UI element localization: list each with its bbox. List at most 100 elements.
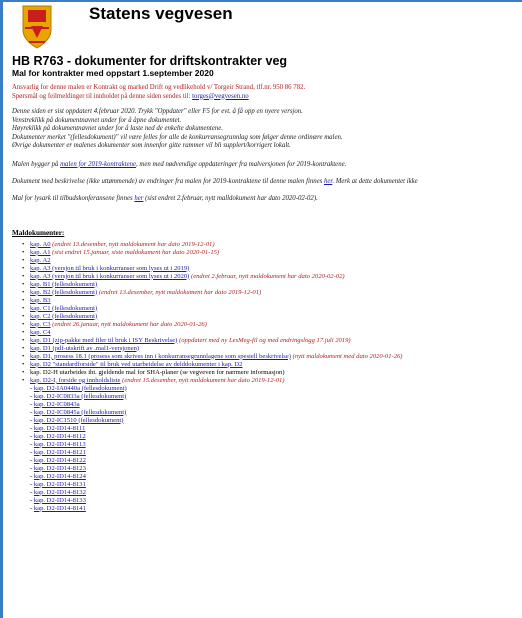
subdocument-link[interactable]: kap. D2-IC1510 (fellesdokument) (34, 417, 124, 424)
brand-name: Statens vegvesen (89, 4, 233, 23)
subdocument-list-item: - kap. D2-ID14-8112 (30, 433, 522, 441)
document-list-item: • kap. A1 (sist endret 15.januar, siste m… (22, 249, 522, 257)
document-link[interactable]: kap. B2 (fellesdokument) (30, 289, 97, 296)
bullet-icon: • (22, 344, 25, 352)
subdocument-list-item: - kap. D2-ID14-8122 (30, 457, 522, 465)
subdocument-link[interactable]: kap. D2-IA0440a (fellesdokument) (34, 385, 127, 392)
maldokumenter-heading: Maldokumenter: (12, 228, 65, 237)
subdocument-list-item: - kap. D2-ID14-8124 (30, 473, 522, 481)
bullet-icon: • (22, 376, 25, 384)
document-link[interactable]: kap. C1 (fellesdokument) (30, 305, 97, 312)
document-link[interactable]: kap. D1 (zip-pakke med filer til bruk i … (30, 337, 177, 344)
subdocument-link[interactable]: kap. D2-ID14-8124 (34, 473, 86, 480)
bullet-icon: • (22, 272, 25, 280)
subdocument-list-item: - kap. D2-ID14-8141 (30, 505, 522, 513)
site-header: Statens vegvesen (19, 2, 519, 52)
subdocument-list-item: - kap. D2-IA0440a (fellesdokument) (30, 385, 522, 393)
info-line: Denne siden er sist oppdatert 4.februar … (12, 108, 303, 115)
bullet-icon: • (22, 360, 25, 368)
info-block: Denne siden er sist oppdatert 4.februar … (12, 108, 522, 151)
document-change-note: (sist endret 15.januar, siste maldokumen… (50, 248, 220, 256)
info-line: Venstreklikk på dokumentnavnet under for… (12, 116, 182, 124)
document-link[interactable]: kap. B3 (30, 297, 51, 304)
document-list-item: • kap. A3 (versjon til bruk i konkurranse… (22, 265, 522, 273)
bullet-icon: • (22, 368, 25, 376)
document-change-note: (endret 2.februar, nytt maldokument har … (189, 272, 345, 280)
document-list-item: • kap. C1 (fellesdokument) (22, 305, 522, 313)
subdocument-list-item: - kap. D2-ID14-8132 (30, 489, 522, 497)
document-link[interactable]: kap. A2 (30, 257, 51, 264)
document-list-item: • kap. D1, prosess 18.1 (prosess som skri… (22, 353, 522, 361)
document-link[interactable]: kap. A1 (30, 249, 51, 256)
document-list-item: • kap. D2-I, forside og innholdsliste (en… (22, 377, 522, 385)
subdocument-link[interactable]: kap. D2-ID14-8121 (34, 449, 86, 456)
subdocument-list-item: - kap. D2-ID14-8123 (30, 465, 522, 473)
subdocument-link[interactable]: kap. D2-ID14-8122 (34, 457, 86, 464)
document-link[interactable]: kap. A3 (versjon til bruk i konkurranser… (30, 265, 189, 272)
info-line: Dokumenter merket "(fellesdokument)" vil… (12, 133, 343, 141)
document-link[interactable]: kap. C4 (30, 329, 51, 336)
document-list-item: • kap. D1 (pdf-utskrift av .mal1-versjone… (22, 345, 522, 353)
document-link[interactable]: kap. A3 (versjon til bruk i konkurranser… (30, 273, 189, 280)
changes-paragraph: Dokument med beskrivelse (ikke uttømmend… (12, 177, 522, 186)
malen-2019-link[interactable]: malen for 2019-kontraktene (60, 161, 136, 168)
bullet-icon: • (22, 256, 25, 264)
responsibility-line: Ansvarlig for denne malen er Kontrakt og… (12, 84, 306, 91)
document-link[interactable]: kap. C2 (fellesdokument) (30, 313, 97, 320)
document-change-note: (nytt maldokument med dato 2020-01-26) (290, 352, 403, 360)
statens-vegvesen-logo (22, 5, 52, 49)
para-text: Dokument med beskrivelse (ikke uttømmend… (12, 177, 325, 185)
document-change-note: (oppdatert med ny LesMeg-fil og med endr… (177, 336, 351, 344)
info-line: Øvrige dokumenter er malenes dokumenter … (12, 142, 291, 149)
contact-line: Spørsmål og feilmeldinger til innholdet … (12, 93, 522, 102)
document-change-note: (endret 26.januar, nytt maldokument har … (50, 320, 207, 328)
subdocument-link[interactable]: kap. D2-ID14-8112 (34, 433, 86, 440)
document-list-item: • kap. D1 (zip-pakke med filer til bruk i… (22, 337, 522, 345)
document-list-item: • kap. B3 (22, 297, 522, 305)
bullet-icon: • (22, 280, 25, 288)
subdocument-link[interactable]: kap. D2-IC0843a (34, 401, 80, 408)
bullet-icon: • (22, 304, 25, 312)
document-link[interactable]: kap. B1 (fellesdokument) (30, 281, 97, 288)
page: Statens vegvesen HB R763 - dokumenter fo… (3, 2, 522, 618)
document-link[interactable]: kap. D2-I, forside og innholdsliste (30, 377, 120, 384)
subdocument-link[interactable]: kap. D2-IC0833a (fellesdokument) (34, 393, 126, 400)
document-link[interactable]: kap. D1 (pdf-utskrift av .mal1-versjonen… (30, 345, 139, 352)
subdocument-list-item: - kap. D2-ID14-8133 (30, 497, 522, 505)
document-list-item: • kap. A3 (versjon til bruk i konkurranse… (22, 273, 522, 281)
subdocument-link[interactable]: kap. D2-IC0845a (fellesdokument) (34, 409, 126, 416)
para-text: Mal for lysark til tilbudskonferansene f… (12, 194, 135, 202)
document-link[interactable]: kap. D2 "standardforside" til bruk ved u… (30, 361, 242, 368)
subdocument-list-item: - kap. D2-ID14-8131 (30, 481, 522, 489)
subdocument-link[interactable]: kap. D2-ID14-8123 (34, 465, 86, 472)
bullet-icon: • (22, 312, 25, 320)
para-text: (sist endret 2.februar, nytt malldokumen… (143, 194, 318, 202)
bullet-icon: • (22, 328, 25, 336)
document-text: kap. D2-H utarbeides iht. gjeldende mal … (30, 368, 285, 376)
subdocument-link[interactable]: kap. D2-ID14-8141 (34, 505, 86, 512)
subdocument-link[interactable]: kap. D2-ID14-8132 (34, 489, 86, 496)
document-change-note: (endret 15.desember, nytt maldokument ha… (120, 376, 285, 384)
contact-email-link[interactable]: torges@vegvesen.no (192, 93, 249, 100)
document-link[interactable]: kap. D1, prosess 18.1 (prosess som skriv… (30, 353, 291, 360)
para-text: , men med nødvendige oppdateringer fra m… (136, 160, 347, 168)
subdocument-link[interactable]: kap. D2-ID14-8131 (34, 481, 86, 488)
document-change-note: (endret 13.desember, nytt maldokument ha… (97, 288, 262, 296)
subdocument-link[interactable]: kap. D2-ID14-8113 (34, 441, 86, 448)
document-link[interactable]: kap. A0 (30, 241, 51, 248)
document-list-item: • kap. D2-H utarbeides iht. gjeldende mal… (22, 369, 522, 377)
document-link[interactable]: kap. C3 (30, 321, 51, 328)
document-list-item: • kap. B2 (fellesdokument) (endret 13.des… (22, 289, 522, 297)
document-change-note: (endret 13.desember, nytt maldokument ha… (50, 240, 215, 248)
page-subtitle: Mal for kontrakter med oppstart 1.septem… (12, 68, 214, 78)
document-list-item: • kap. C3 (endret 26.januar, nytt maldoku… (22, 321, 522, 329)
bullet-icon: • (22, 320, 25, 328)
subdocument-list-item: - kap. D2-ID14-8111 (30, 425, 522, 433)
main-content: HB R763 - dokumenter for driftskontrakte… (12, 54, 522, 513)
d2-subdocument-list: - kap. D2-IA0440a (fellesdokument) - kap.… (12, 385, 522, 513)
subdocument-link[interactable]: kap. D2-ID14-8133 (34, 497, 86, 504)
subdocument-list-item: - kap. D2-IC0833a (fellesdokument) (30, 393, 522, 401)
subdocument-link[interactable]: kap. D2-ID14-8111 (34, 425, 86, 432)
document-list-item: • kap. B1 (fellesdokument) (22, 281, 522, 289)
bullet-icon: • (22, 248, 25, 256)
